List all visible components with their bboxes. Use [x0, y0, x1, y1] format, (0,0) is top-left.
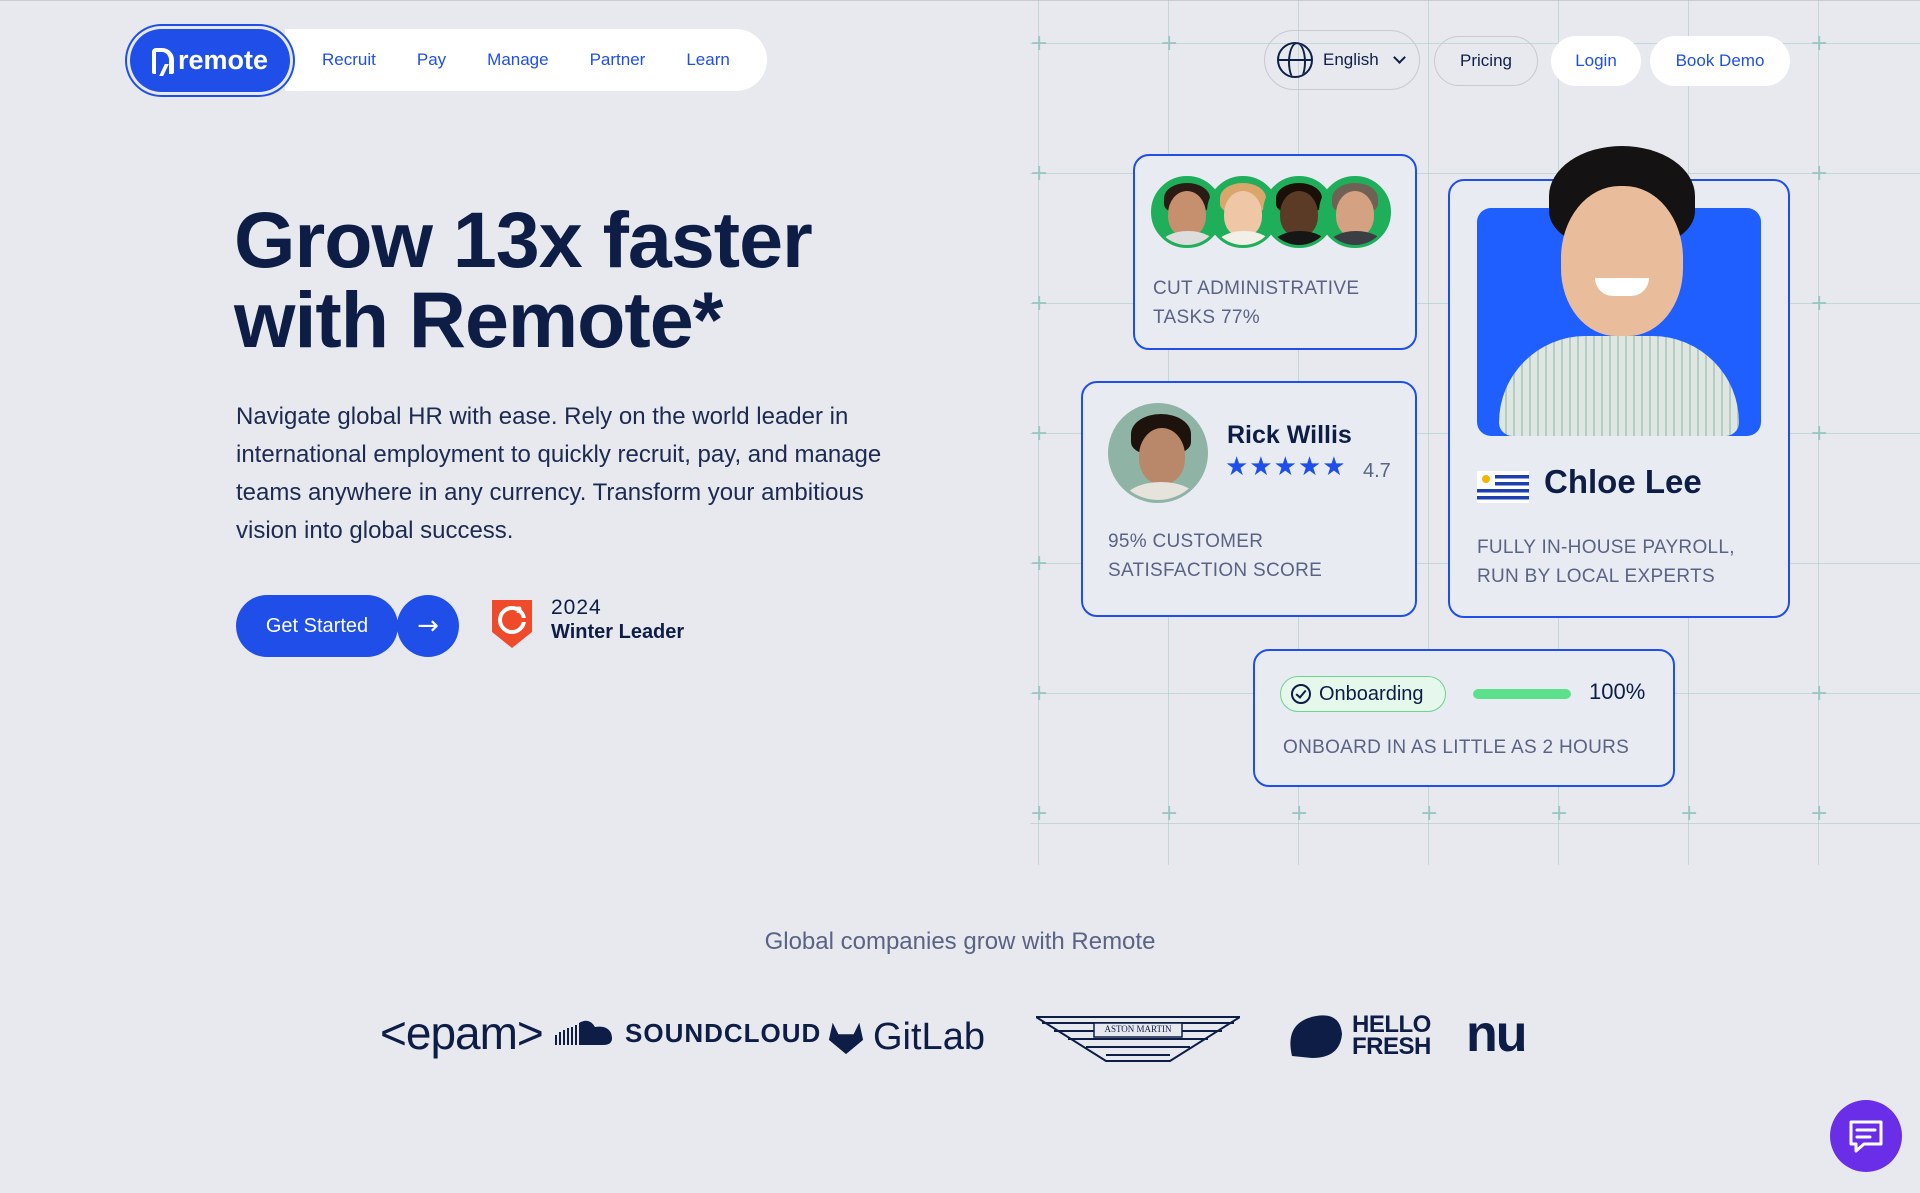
language-selector[interactable]: English [1264, 30, 1420, 90]
gitlab-logo: GitLab [827, 1016, 985, 1059]
onboarding-progress-bar [1473, 689, 1571, 699]
svg-text:2: 2 [516, 606, 522, 616]
nav-link-recruit[interactable]: Recruit [322, 50, 376, 70]
aston-martin-logo: ASTON MARTIN [1035, 1015, 1241, 1063]
avatar [1319, 176, 1391, 248]
badge-title: Winter Leader [551, 621, 685, 643]
g2-badge-icon: 2 [492, 600, 532, 648]
hellofresh-logo: HELLO FRESH [1288, 1012, 1436, 1060]
chat-icon [1849, 1120, 1883, 1153]
profile-card: Chloe Lee FULLY IN-HOUSE PAYROLL, RUN BY… [1448, 146, 1790, 618]
main-nav: Recruit Pay Manage Partner Learn [285, 29, 767, 91]
rating-card-text: 95% CUSTOMER SATISFACTION SCORE [1108, 531, 1323, 581]
aston-martin-wings-icon [1035, 1016, 1241, 1062]
rating-value: 4.7 [1363, 460, 1391, 482]
book-demo-button[interactable]: Book Demo [1650, 36, 1790, 86]
epam-logo: <epam> [380, 1007, 544, 1059]
onboarding-label: Onboarding [1319, 682, 1424, 705]
globe-icon [1277, 42, 1313, 78]
chat-button[interactable] [1830, 1100, 1902, 1172]
soundcloud-text: SOUNDCLOUD [625, 1018, 822, 1048]
profile-photo [1477, 146, 1761, 436]
remote-logo-icon [151, 47, 174, 74]
aston-martin-text: ASTON MARTIN [1104, 1024, 1172, 1034]
profile-card-text: FULLY IN-HOUSE PAYROLL, RUN BY LOCAL EXP… [1477, 537, 1735, 587]
language-label: English [1323, 50, 1379, 69]
badge-year: 2024 [551, 596, 602, 619]
onboarding-tag: Onboarding [1280, 676, 1446, 712]
nav-link-manage[interactable]: Manage [487, 50, 548, 70]
reviewer-name: Rick Willis [1227, 421, 1352, 449]
soundcloud-logo: SOUNDCLOUD [555, 1018, 821, 1049]
companies-title: Global companies grow with Remote [764, 928, 1156, 955]
soundcloud-icon [555, 1020, 612, 1045]
brand-name: remote [177, 45, 269, 75]
gitlab-text: GitLab [873, 1016, 985, 1058]
check-circle-icon [1291, 684, 1311, 704]
pricing-button[interactable]: Pricing [1434, 36, 1538, 86]
nubank-logo: nu [1466, 1005, 1528, 1063]
hellofresh-text: HELLO FRESH [1352, 1011, 1431, 1060]
nav-link-pay[interactable]: Pay [417, 50, 446, 70]
avatar [1108, 403, 1208, 503]
hellofresh-leaf-icon [1290, 1015, 1342, 1058]
star-rating: ★★★★★ [1225, 452, 1347, 482]
hero-title-line-1: Grow 13x faster [234, 195, 813, 284]
onboarding-progress-fill [1473, 689, 1571, 699]
rating-card: Rick Willis ★★★★★ 4.7 95% CUSTOMER SATIS… [1081, 381, 1417, 617]
hero-title: Grow 13x faster with Remote* [234, 200, 934, 360]
nav-link-learn[interactable]: Learn [686, 50, 729, 70]
gitlab-icon [828, 1022, 864, 1054]
login-button[interactable]: Login [1551, 36, 1641, 86]
hero-subtitle: Navigate global HR with ease. Rely on th… [236, 403, 882, 544]
nav-link-partner[interactable]: Partner [590, 50, 646, 70]
onboarding-percent: 100% [1589, 679, 1646, 704]
brand-logo[interactable]: remote [130, 29, 290, 92]
admin-tasks-card: CUT ADMINISTRATIVE TASKS 77% [1133, 154, 1417, 350]
onboarding-card-text: ONBOARD IN AS LITTLE AS 2 HOURS [1283, 737, 1630, 758]
get-started-button[interactable]: Get Started [236, 595, 398, 657]
admin-card-text: CUT ADMINISTRATIVE TASKS 77% [1153, 278, 1360, 328]
onboarding-card: Onboarding 100% ONBOARD IN AS LITTLE AS … [1253, 649, 1675, 787]
uruguay-flag-icon [1477, 471, 1529, 503]
arrow-right-icon[interactable]: → [397, 595, 459, 657]
hero-title-line-2: with Remote* [234, 275, 723, 364]
profile-name: Chloe Lee [1544, 463, 1702, 500]
chevron-down-icon [1392, 51, 1406, 64]
